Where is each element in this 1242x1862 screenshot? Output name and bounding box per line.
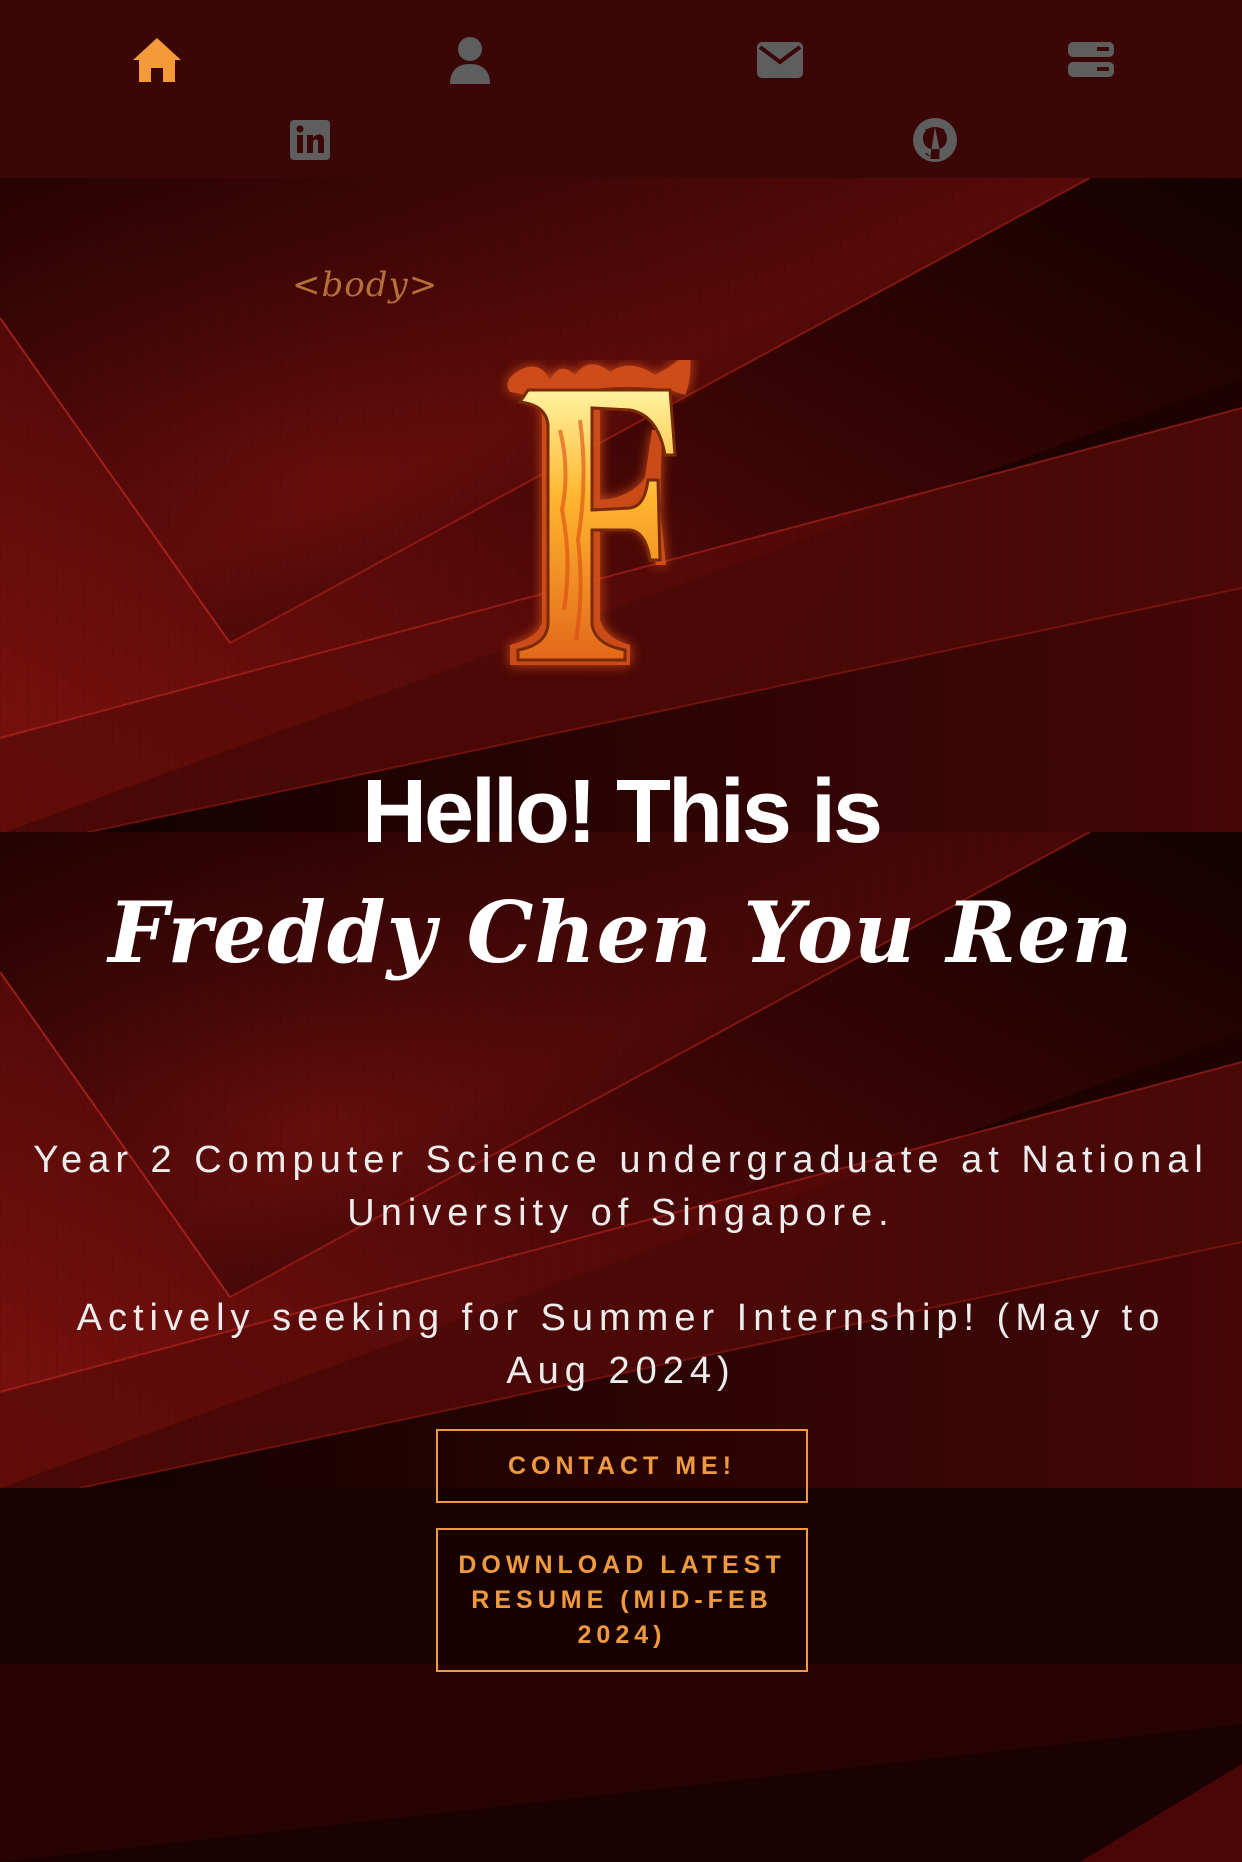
contact-me-button[interactable]: CONTACT ME!: [436, 1429, 808, 1503]
hero-section: <body> Hello! This is Freddy Chen You Re…: [0, 0, 1242, 1862]
home-icon: [133, 38, 181, 82]
nav-github-link[interactable]: [905, 110, 965, 170]
nav-about-button[interactable]: [440, 30, 500, 90]
description-internship: Actively seeking for Summer Internship! …: [76, 1297, 1166, 1392]
nav-projects-button[interactable]: [1061, 30, 1121, 90]
github-icon: [913, 118, 957, 162]
top-nav: [0, 0, 1242, 178]
body-tag-decoration: <body>: [292, 265, 439, 305]
nav-home-button[interactable]: [127, 30, 187, 90]
name-heading: Freddy Chen You Ren: [108, 883, 1134, 982]
user-icon: [450, 37, 490, 84]
server-icon: [1068, 42, 1114, 77]
portfolio-page: <body> Hello! This is Freddy Chen You Re…: [0, 0, 1242, 1862]
greeting-heading: Hello! This is: [361, 762, 883, 862]
nav-contact-button[interactable]: [750, 30, 810, 90]
flame-logo: [480, 350, 770, 680]
linkedin-icon: [290, 120, 330, 160]
download-resume-button[interactable]: DOWNLOAD LATEST RESUME (MID-FEB 2024): [436, 1528, 808, 1672]
envelope-icon: [757, 42, 803, 78]
nav-linkedin-link[interactable]: [280, 110, 340, 170]
description-education: Year 2 Computer Science undergraduate at…: [33, 1139, 1209, 1234]
